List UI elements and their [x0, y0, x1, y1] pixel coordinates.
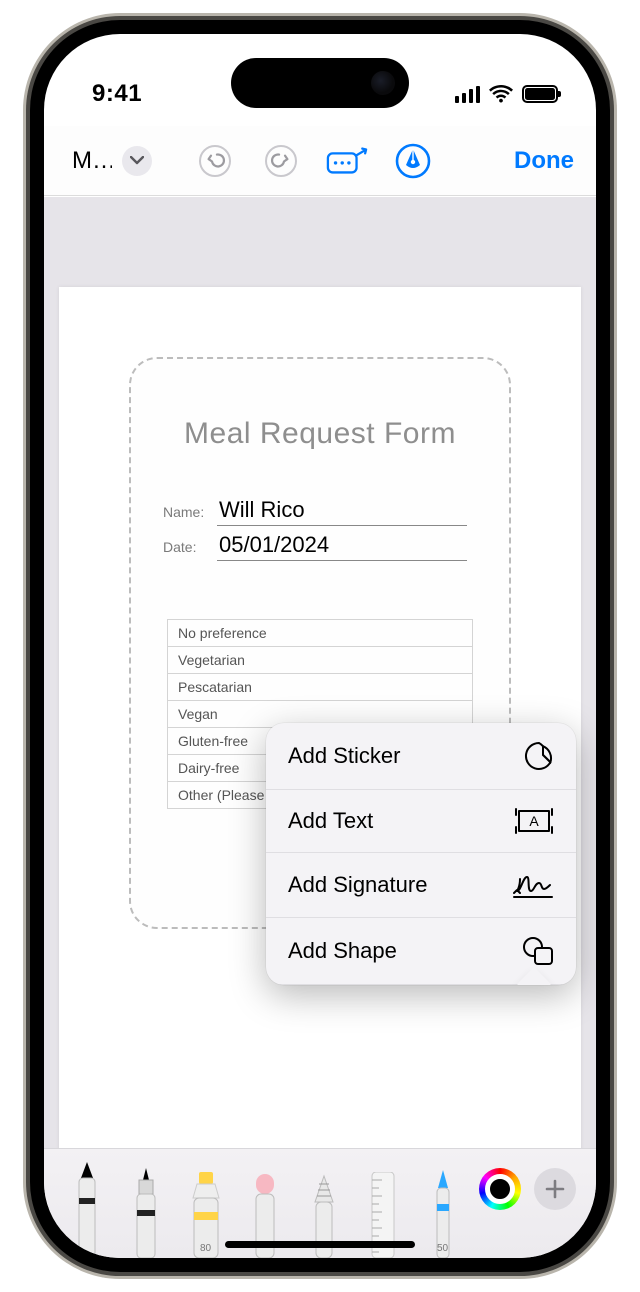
date-value[interactable]: 05/01/2024 — [217, 532, 467, 561]
title-chevron-button[interactable] — [122, 146, 152, 176]
date-label: Date: — [163, 539, 207, 555]
menu-label: Add Shape — [288, 938, 397, 964]
name-label: Name: — [163, 504, 207, 520]
signature-icon — [512, 871, 554, 899]
pen-tip-icon — [395, 143, 431, 179]
shape-icon — [522, 936, 554, 966]
menu-label: Add Text — [288, 808, 373, 834]
pref-row: Vegetarian — [168, 647, 472, 674]
battery-icon — [522, 85, 558, 103]
textbox-icon: A — [514, 808, 554, 834]
pencil-tool[interactable]: 50 — [420, 1158, 466, 1258]
autofill-button[interactable] — [326, 140, 368, 182]
dynamic-island — [231, 58, 409, 108]
add-sticker-item[interactable]: Add Sticker — [266, 723, 576, 790]
status-indicators — [455, 85, 559, 103]
redo-button[interactable] — [260, 140, 302, 182]
wifi-icon — [489, 85, 513, 103]
status-time: 9:41 — [92, 80, 142, 108]
undo-button[interactable] — [194, 140, 236, 182]
markup-toolbar: M… Done — [44, 126, 596, 196]
plus-icon — [545, 1179, 565, 1199]
add-text-item[interactable]: Add Text A — [266, 790, 576, 853]
svg-text:A: A — [529, 813, 539, 829]
redo-icon — [264, 144, 298, 178]
add-signature-item[interactable]: Add Signature — [266, 853, 576, 918]
home-indicator[interactable] — [225, 1241, 415, 1248]
chevron-down-icon — [130, 156, 144, 166]
pen-tool[interactable] — [64, 1158, 110, 1258]
highlighter-size-label: 80 — [200, 1243, 211, 1254]
add-menu-popover: Add Sticker Add Text A Add Signature Add… — [266, 723, 576, 985]
highlighter-tool[interactable]: 80 — [183, 1158, 229, 1258]
pref-row: No preference — [168, 620, 472, 647]
add-button[interactable] — [534, 1168, 576, 1210]
form-title: Meal Request Form — [131, 417, 509, 451]
color-picker-button[interactable] — [479, 1168, 521, 1210]
document-canvas[interactable]: Meal Request Form Name: Will Rico Date: … — [44, 197, 596, 1148]
pencil-size-label: 50 — [437, 1243, 448, 1254]
date-field-row: Date: 05/01/2024 — [163, 532, 467, 561]
undo-icon — [198, 144, 232, 178]
document-title: M… — [72, 147, 112, 175]
document-page: Meal Request Form Name: Will Rico Date: … — [59, 287, 581, 1148]
name-value[interactable]: Will Rico — [217, 497, 467, 526]
marker-tool[interactable] — [123, 1158, 169, 1258]
menu-label: Add Signature — [288, 872, 427, 898]
pref-row: Pescatarian — [168, 674, 472, 701]
done-button[interactable]: Done — [514, 147, 574, 175]
sticker-icon — [524, 741, 554, 771]
autofill-icon — [326, 147, 368, 175]
cellular-icon — [455, 86, 481, 103]
menu-label: Add Sticker — [288, 743, 401, 769]
pen-tip-button[interactable] — [392, 140, 434, 182]
name-field-row: Name: Will Rico — [163, 497, 467, 526]
phone-frame: 9:41 M… D — [30, 20, 610, 1272]
screen: 9:41 M… D — [44, 34, 596, 1258]
